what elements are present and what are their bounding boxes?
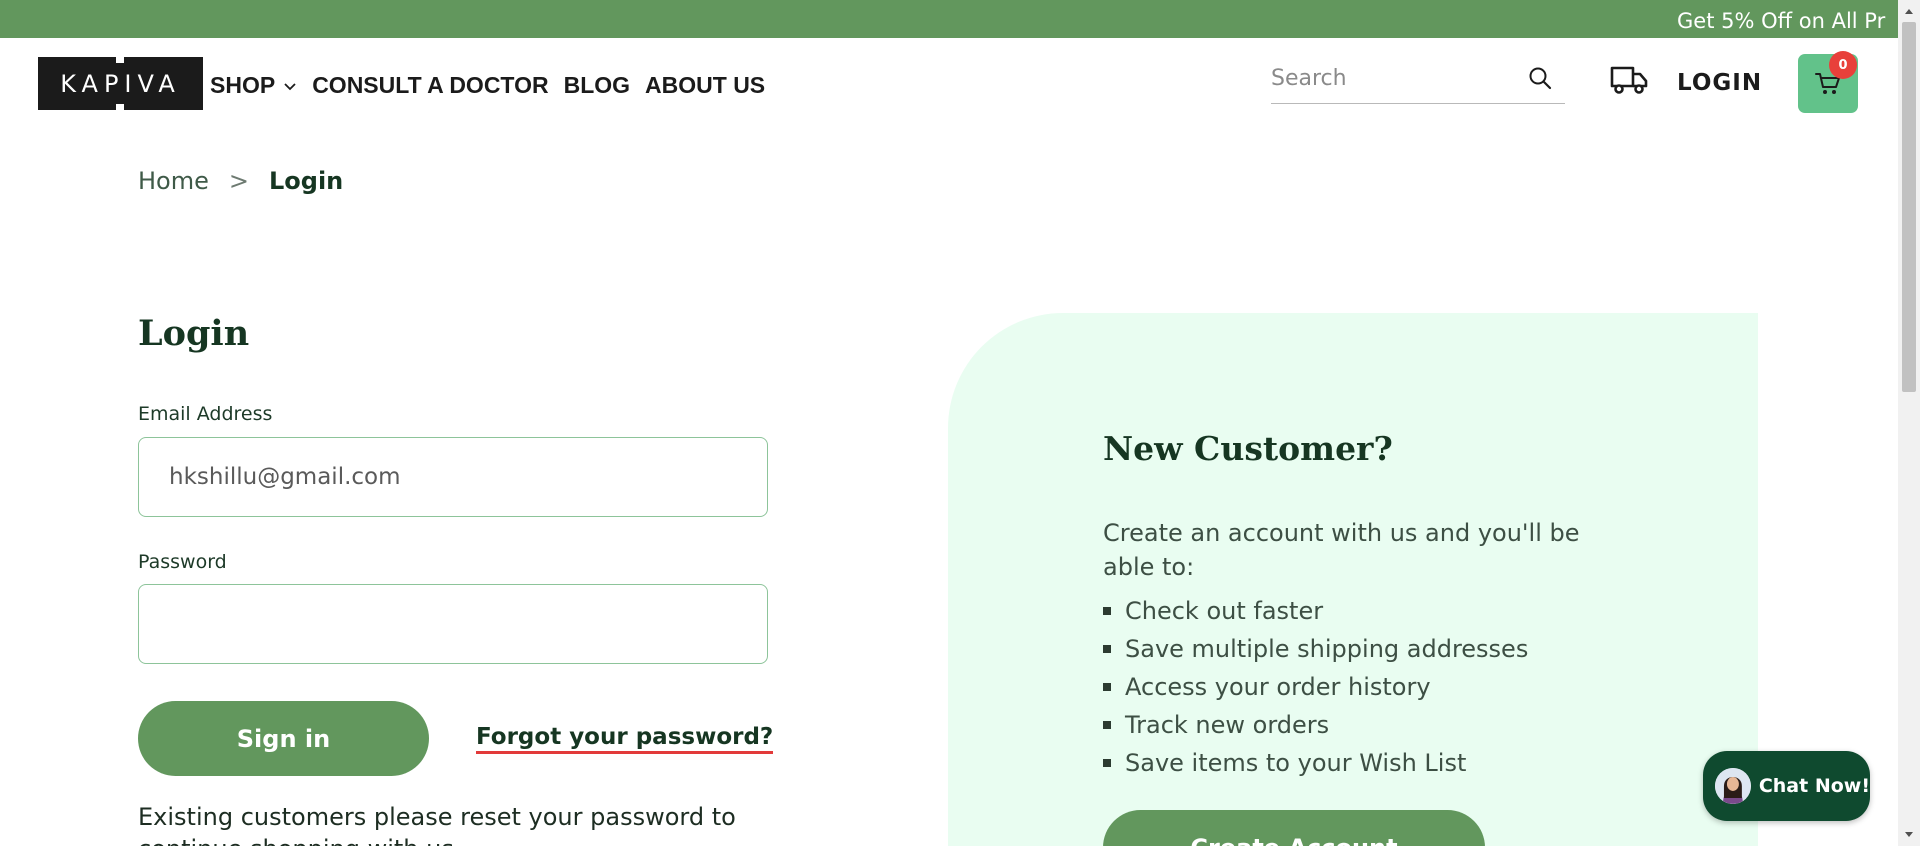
chat-now-button[interactable]: Chat Now!	[1703, 751, 1870, 821]
announcement-text: Get 5% Off on All Pr	[1677, 9, 1886, 33]
chevron-down-icon	[284, 82, 296, 90]
announcement-bar: Get 5% Off on All Pr	[0, 0, 1920, 38]
chat-now-label: Chat Now!	[1758, 775, 1870, 797]
page-scrollbar[interactable]	[1898, 0, 1920, 846]
password-field-wrapper	[138, 584, 768, 664]
benefit-item: Save multiple shipping addresses	[1103, 630, 1528, 668]
create-account-button[interactable]: Create Account	[1103, 810, 1485, 846]
benefits-list: Check out faster Save multiple shipping …	[1103, 592, 1528, 782]
new-customer-title: New Customer?	[1103, 429, 1393, 468]
site-header: KAPIVA SHOP CONSULT A DOCTOR BLOG ABOUT …	[0, 38, 1898, 132]
main-nav: SHOP CONSULT A DOCTOR BLOG ABOUT US	[210, 72, 780, 99]
breadcrumb: Home > Login	[138, 167, 343, 195]
benefit-item: Track new orders	[1103, 706, 1528, 744]
nav-about-us[interactable]: ABOUT US	[645, 72, 765, 99]
truck-icon[interactable]	[1609, 62, 1649, 96]
breadcrumb-current: Login	[268, 167, 344, 195]
benefit-item: Access your order history	[1103, 668, 1528, 706]
benefit-item: Save items to your Wish List	[1103, 744, 1528, 782]
search-bar	[1271, 53, 1565, 104]
cart-count-badge: 0	[1829, 51, 1857, 79]
chat-agent-avatar	[1715, 768, 1751, 804]
sign-in-button[interactable]: Sign in	[138, 701, 429, 776]
new-customer-panel: New Customer? Create an account with us …	[948, 313, 1758, 846]
breadcrumb-separator: >	[228, 167, 249, 195]
nav-blog[interactable]: BLOG	[564, 72, 630, 99]
nav-shop-label: SHOP	[210, 72, 276, 98]
password-field[interactable]	[139, 585, 767, 663]
scrollbar-thumb[interactable]	[1902, 22, 1916, 392]
search-input[interactable]	[1271, 58, 1521, 98]
new-customer-intro: Create an account with us and you'll be …	[1103, 519, 1580, 581]
email-field[interactable]	[139, 438, 767, 516]
existing-customers-note: Existing customers please reset your pas…	[138, 803, 736, 846]
breadcrumb-home[interactable]: Home	[138, 167, 209, 195]
nav-shop[interactable]: SHOP	[210, 72, 297, 99]
email-field-wrapper	[138, 437, 768, 517]
scroll-up-arrow-icon[interactable]	[1898, 0, 1920, 22]
nav-consult-a-doctor[interactable]: CONSULT A DOCTOR	[312, 72, 548, 99]
kapiva-logo[interactable]: KAPIVA	[38, 57, 203, 110]
password-label: Password	[138, 551, 227, 573]
email-label: Email Address	[138, 403, 273, 425]
scroll-down-arrow-icon[interactable]	[1898, 824, 1920, 846]
login-link[interactable]: LOGIN	[1677, 70, 1762, 96]
search-icon[interactable]	[1527, 65, 1553, 91]
benefit-item: Check out faster	[1103, 592, 1528, 630]
login-title: Login	[138, 313, 250, 354]
forgot-password-link[interactable]: Forgot your password?	[476, 724, 774, 754]
